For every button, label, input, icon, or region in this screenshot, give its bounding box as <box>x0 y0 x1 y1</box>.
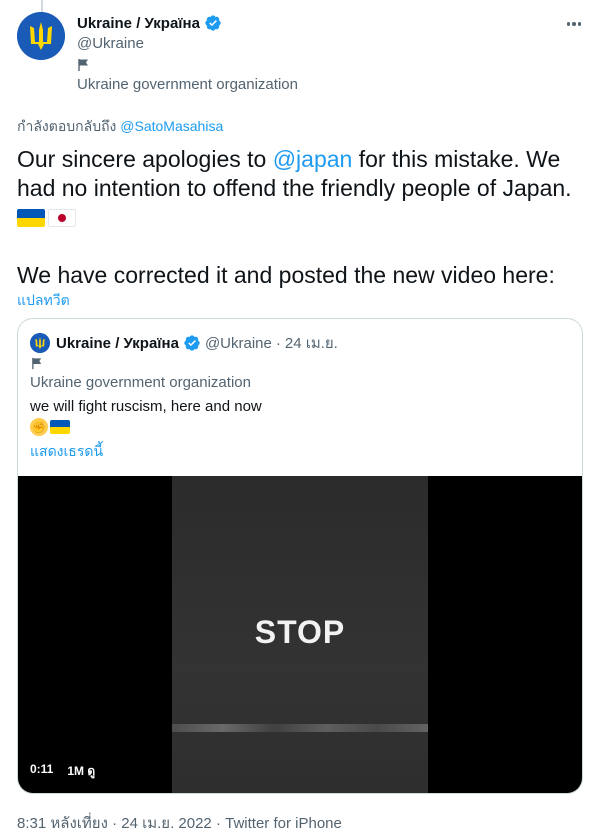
tweet-flags <box>17 203 587 232</box>
replying-to-label: กำลังตอบกลับถึง <box>17 118 117 134</box>
quote-date: 24 เม.ย. <box>284 335 338 352</box>
thread-connector-line <box>41 0 43 12</box>
quote-affiliation-label: Ukraine government organization <box>30 374 251 391</box>
video-light-band <box>172 724 428 732</box>
tweet-source: Twitter for iPhone <box>225 815 342 832</box>
tweet-timestamp: 8:31 หลังเที่ยง · 24 เม.ย. 2022 · Twitte… <box>17 811 342 832</box>
show-thread-link[interactable]: แสดงเธรดนี้ <box>30 441 103 463</box>
quote-display-name: Ukraine / Україна <box>56 334 179 352</box>
tweet-text: Our sincere apologies to @japan for this… <box>17 145 587 290</box>
more-options-icon[interactable] <box>563 14 585 34</box>
quote-text: we will fight ruscism, here and now <box>30 398 262 415</box>
quote-emojis: ✊ <box>30 418 70 436</box>
quote-separator: · <box>275 334 281 352</box>
raised-fist-icon: ✊ <box>30 418 48 436</box>
video-frame: STOP <box>172 476 428 793</box>
japan-flag-icon <box>48 209 76 227</box>
flag-icon <box>31 357 44 370</box>
tweet-text-part: Our sincere apologies to <box>17 146 273 172</box>
name-row: Ukraine / Україна <box>77 14 222 32</box>
video-player[interactable]: STOP 0:11 1M ดู <box>18 476 582 793</box>
verified-badge-icon <box>204 14 222 32</box>
trident-icon <box>17 12 65 60</box>
video-stats: 0:11 1M ดู <box>30 762 95 781</box>
tweet-paragraph-1: Our sincere apologies to @japan for this… <box>17 145 587 203</box>
ukraine-flag-icon <box>17 209 45 227</box>
quoted-tweet[interactable]: Ukraine / Україна @Ukraine · 24 เม.ย. Uk… <box>17 318 583 794</box>
quote-avatar <box>30 333 50 353</box>
verified-badge-icon <box>183 334 201 352</box>
tweet-paragraph-2: We have corrected it and posted the new … <box>17 262 555 288</box>
ukraine-flag-icon <box>50 420 70 434</box>
translate-tweet-link[interactable]: แปลทวีต <box>17 290 70 312</box>
flag-icon <box>77 58 91 72</box>
tweet-time-link[interactable]: 8:31 หลังเที่ยง <box>17 815 108 832</box>
tweet-date-link[interactable]: 24 เม.ย. 2022 <box>121 815 212 832</box>
replying-to: กำลังตอบกลับถึง @SatoMasahisa <box>17 116 223 138</box>
affiliation-label: Ukraine government organization <box>77 76 298 93</box>
video-duration: 0:11 <box>30 762 54 776</box>
tweet-header: Ukraine / Україна @Ukraine Ukraine gover… <box>17 12 585 96</box>
handle[interactable]: @Ukraine <box>77 35 144 52</box>
meta-separator: · <box>211 815 226 832</box>
video-views: 1M ดู <box>67 764 96 778</box>
reply-mention-link[interactable]: @SatoMasahisa <box>120 118 223 134</box>
avatar[interactable] <box>17 12 65 60</box>
quote-handle: @Ukraine <box>204 334 272 352</box>
japan-mention-link[interactable]: @japan <box>273 146 353 172</box>
video-overlay-text: STOP <box>254 614 346 650</box>
meta-separator: · <box>107 815 122 832</box>
display-name[interactable]: Ukraine / Україна <box>77 15 200 32</box>
quote-header: Ukraine / Україна @Ukraine · 24 เม.ย. <box>30 331 338 355</box>
trident-icon <box>30 333 50 353</box>
